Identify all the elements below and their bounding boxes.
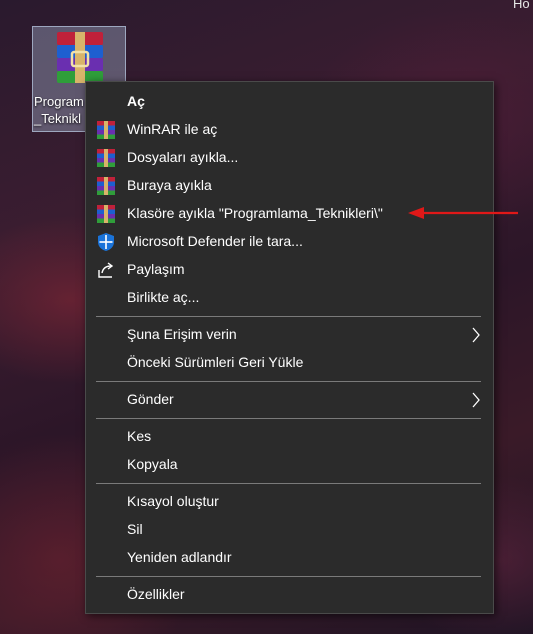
menu-item-delete[interactable]: Sil bbox=[86, 516, 493, 544]
menu-item-give-access[interactable]: Şuna Erişim verin bbox=[86, 321, 493, 349]
annotation-arrow-icon bbox=[408, 207, 518, 219]
menu-item-rename[interactable]: Yeniden adlandır bbox=[86, 544, 493, 572]
winrar-icon bbox=[97, 149, 115, 167]
menu-item-label: Paylaşım bbox=[127, 261, 185, 277]
menu-item-share[interactable]: Paylaşım bbox=[86, 256, 493, 284]
menu-item-extract-files[interactable]: Dosyaları ayıkla... bbox=[86, 144, 493, 172]
menu-item-cut[interactable]: Kes bbox=[86, 423, 493, 451]
menu-item-open-with[interactable]: Birlikte aç... bbox=[86, 284, 493, 312]
menu-item-label: Özellikler bbox=[127, 586, 185, 602]
chevron-right-icon bbox=[472, 327, 480, 343]
winrar-icon bbox=[97, 205, 115, 223]
menu-item-label: WinRAR ile aç bbox=[127, 121, 218, 137]
menu-item-label: Buraya ayıkla bbox=[127, 177, 212, 193]
menu-item-send-to[interactable]: Gönder bbox=[86, 386, 493, 414]
menu-separator bbox=[96, 483, 481, 484]
menu-separator bbox=[96, 316, 481, 317]
menu-item-label: Klasöre ayıkla "Programlama_Teknikleri\" bbox=[127, 205, 383, 221]
winrar-icon bbox=[97, 121, 115, 139]
chevron-right-icon bbox=[472, 392, 480, 408]
menu-item-label: Aç bbox=[127, 93, 145, 109]
menu-item-label: Kes bbox=[127, 428, 152, 444]
menu-item-label: Birlikte aç... bbox=[127, 289, 200, 305]
menu-item-label: Kopyala bbox=[127, 456, 178, 472]
menu-item-label: Şuna Erişim verin bbox=[127, 326, 237, 342]
menu-item-label: Kısayol oluştur bbox=[127, 493, 219, 509]
menu-item-extract-here[interactable]: Buraya ayıkla bbox=[86, 172, 493, 200]
context-menu: Aç WinRAR ile aç Dosyaları ayıkla... Bur… bbox=[85, 81, 494, 614]
menu-item-open[interactable]: Aç bbox=[86, 88, 493, 116]
shield-icon bbox=[98, 233, 114, 251]
menu-item-defender-scan[interactable]: Microsoft Defender ile tara... bbox=[86, 228, 493, 256]
menu-item-restore-versions[interactable]: Önceki Sürümleri Geri Yükle bbox=[86, 349, 493, 377]
menu-item-properties[interactable]: Özellikler bbox=[86, 581, 493, 609]
menu-item-label: Önceki Sürümleri Geri Yükle bbox=[127, 354, 304, 370]
desktop-corner-text: Ho bbox=[513, 0, 530, 10]
menu-item-label: Yeniden adlandır bbox=[127, 549, 232, 565]
winrar-icon bbox=[97, 177, 115, 195]
winrar-archive-icon bbox=[57, 32, 103, 83]
menu-item-label: Microsoft Defender ile tara... bbox=[127, 233, 303, 249]
menu-item-winrar-open[interactable]: WinRAR ile aç bbox=[86, 116, 493, 144]
menu-separator bbox=[96, 576, 481, 577]
share-icon bbox=[98, 262, 114, 278]
menu-item-create-shortcut[interactable]: Kısayol oluştur bbox=[86, 488, 493, 516]
menu-item-copy[interactable]: Kopyala bbox=[86, 451, 493, 479]
menu-item-label: Gönder bbox=[127, 391, 174, 407]
menu-separator bbox=[96, 418, 481, 419]
menu-separator bbox=[96, 381, 481, 382]
menu-item-label: Dosyaları ayıkla... bbox=[127, 149, 239, 165]
menu-item-label: Sil bbox=[127, 521, 143, 537]
